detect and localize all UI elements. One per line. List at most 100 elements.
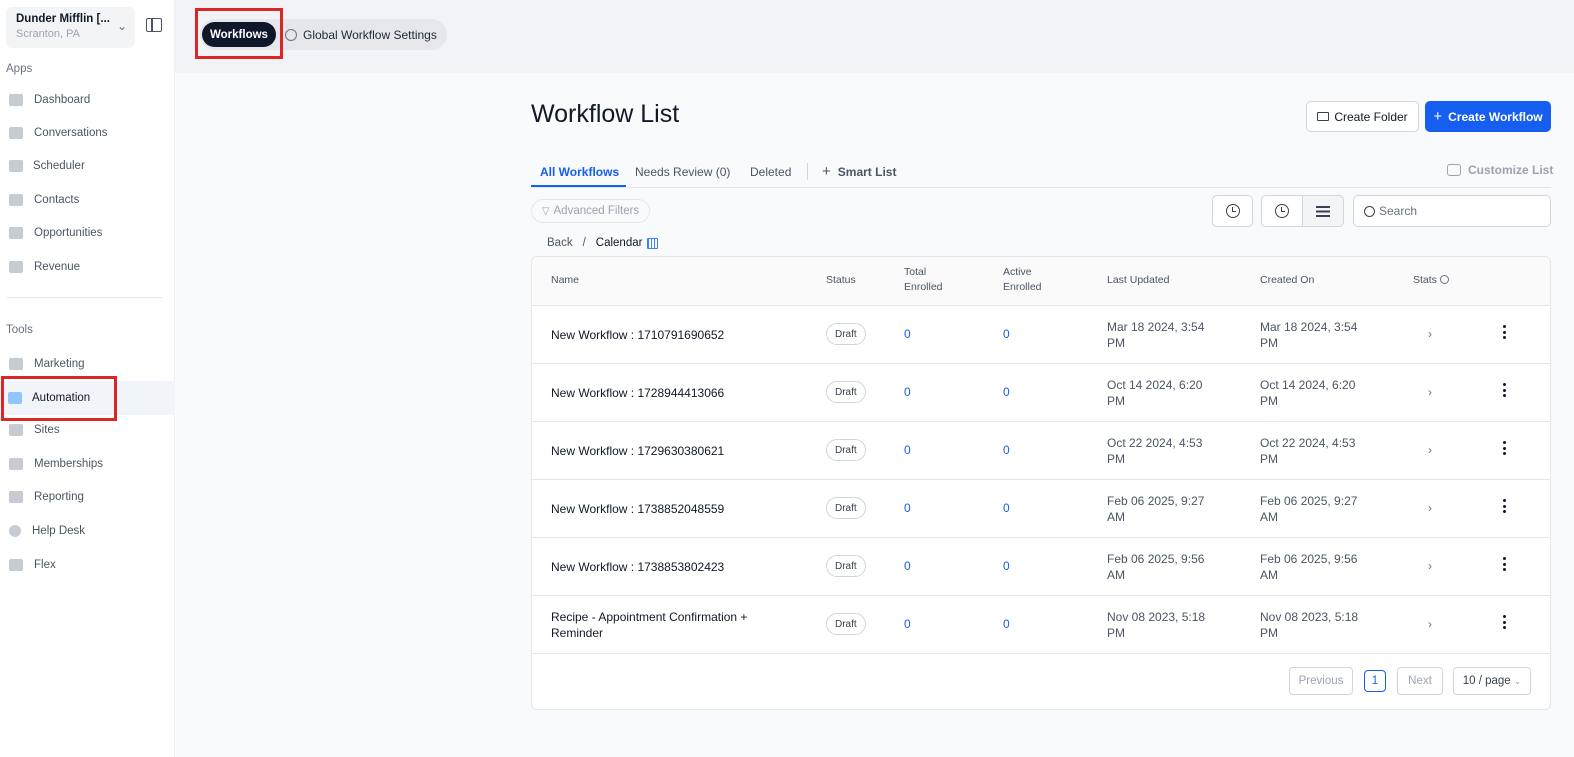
table-row[interactable]: New Workflow : 1710791690652 Draft 0 0 Mar 1… [532, 306, 1550, 364]
filter-icon: ▽ [541, 205, 550, 217]
search-icon [1364, 205, 1375, 217]
history-icon [1225, 204, 1240, 218]
active-enrolled-count[interactable]: 0 [1003, 617, 1010, 631]
total-enrolled-count[interactable]: 0 [904, 327, 911, 341]
chevron-right-icon[interactable]: › [1428, 385, 1432, 399]
chevron-down-icon: ⌄ [116, 19, 127, 33]
table-row[interactable]: Recipe - Appointment Confirmation + Remi… [532, 596, 1550, 654]
total-enrolled-count[interactable]: 0 [904, 501, 911, 515]
sidebar-item-marketing[interactable]: Marketing [0, 349, 175, 379]
plus-icon: + [1433, 108, 1443, 125]
workflow-name[interactable]: New Workflow : 1728944413066 [551, 385, 791, 401]
tab-needs-review[interactable]: Needs Review (0) [635, 165, 730, 179]
table-row[interactable]: New Workflow : 1738852048559 Draft 0 0 Feb 0… [532, 480, 1550, 538]
more-options-icon[interactable] [1498, 441, 1510, 457]
tab-separator [807, 163, 808, 180]
dashboard-icon [9, 94, 23, 106]
create-workflow-button[interactable]: + Create Workflow [1425, 101, 1551, 132]
total-enrolled-count[interactable]: 0 [904, 617, 911, 631]
previous-page-button[interactable]: Previous [1289, 667, 1353, 695]
col-active-enrolled: Active Enrolled [1003, 266, 1042, 293]
list-icon [1316, 205, 1330, 217]
workflow-name[interactable]: New Workflow : 1729630380621 [551, 443, 791, 459]
sidebar-item-help-desk[interactable]: Help Desk [0, 516, 175, 546]
active-enrolled-count[interactable]: 0 [1003, 443, 1010, 457]
chevron-right-icon[interactable]: › [1428, 443, 1432, 457]
sidebar-item-memberships[interactable]: Memberships [0, 449, 175, 479]
page-size-select[interactable]: 10 / page ⌄ [1453, 667, 1531, 695]
chevron-right-icon[interactable]: › [1428, 559, 1432, 573]
active-enrolled-count[interactable]: 0 [1003, 327, 1010, 341]
workflow-name[interactable]: Recipe - Appointment Confirmation + Remi… [551, 609, 791, 641]
tab-workflows[interactable]: Workflows [202, 22, 276, 47]
sidebar-item-automation[interactable]: Automation [0, 381, 175, 415]
workflow-name[interactable]: New Workflow : 1738853802423 [551, 559, 791, 575]
group-icon [9, 559, 23, 571]
sidebar-item-reporting[interactable]: Reporting [0, 482, 175, 512]
more-options-icon[interactable] [1498, 325, 1510, 341]
workflow-name[interactable]: New Workflow : 1710791690652 [551, 327, 791, 343]
active-enrolled-count[interactable]: 0 [1003, 501, 1010, 515]
card-icon [9, 261, 23, 273]
col-name: Name [551, 274, 580, 286]
total-enrolled-count[interactable]: 0 [904, 559, 911, 573]
sidebar-toggle-icon[interactable] [146, 18, 162, 32]
chevron-right-icon[interactable]: › [1428, 501, 1432, 515]
table-row[interactable]: New Workflow : 1738853802423 Draft 0 0 Feb 0… [532, 538, 1550, 596]
smart-list-button[interactable]: + Smart List [822, 163, 896, 180]
tab-all-workflows[interactable]: All Workflows [540, 165, 619, 179]
globe-icon [9, 424, 23, 436]
sidebar-item-sites[interactable]: Sites [0, 415, 175, 445]
calendar-icon [647, 237, 659, 249]
status-badge: Draft [826, 439, 866, 461]
top-bar: Workflows Global Workflow Settings [175, 0, 1574, 73]
sidebar-divider [7, 297, 162, 298]
history-button[interactable] [1212, 195, 1253, 227]
gear-icon [285, 28, 297, 41]
created-on-date: Mar 18 2024, 3:54 PM [1260, 320, 1358, 350]
more-options-icon[interactable] [1498, 615, 1510, 631]
list-view-button[interactable] [1302, 195, 1344, 227]
advanced-filters-button[interactable]: ▽ Advanced Filters [531, 199, 650, 223]
tab-bar-line [531, 187, 1551, 188]
page-title: Workflow List [531, 100, 680, 128]
col-created-on: Created On [1260, 274, 1315, 286]
more-options-icon[interactable] [1498, 557, 1510, 573]
tab-deleted[interactable]: Deleted [750, 165, 791, 179]
sidebar-item-revenue[interactable]: Revenue [0, 252, 175, 282]
search-box[interactable] [1353, 195, 1551, 227]
create-folder-button[interactable]: Create Folder [1306, 101, 1419, 132]
megaphone-icon [9, 358, 23, 370]
sidebar-item-contacts[interactable]: Contacts [0, 185, 175, 215]
total-enrolled-count[interactable]: 0 [904, 443, 911, 457]
info-icon [1439, 275, 1449, 284]
active-enrolled-count[interactable]: 0 [1003, 559, 1010, 573]
total-enrolled-count[interactable]: 0 [904, 385, 911, 399]
more-options-icon[interactable] [1498, 499, 1510, 515]
customize-list-button[interactable]: Customize List [1447, 163, 1553, 177]
more-options-icon[interactable] [1498, 383, 1510, 399]
search-input[interactable] [1379, 204, 1539, 218]
next-page-button[interactable]: Next [1397, 667, 1443, 695]
conversations-icon [9, 127, 23, 139]
chevron-right-icon[interactable]: › [1428, 327, 1432, 341]
sidebar-item-scheduler[interactable]: Scheduler [0, 151, 175, 181]
sidebar-item-dashboard[interactable]: Dashboard [0, 85, 175, 115]
tab-global-workflow-settings[interactable]: Global Workflow Settings [285, 22, 437, 47]
table-row[interactable]: New Workflow : 1728944413066 Draft 0 0 Oct 1… [532, 364, 1550, 422]
timeline-view-button[interactable] [1261, 195, 1303, 227]
status-badge: Draft [826, 381, 866, 403]
last-updated-date: Oct 22 2024, 4:53 PM [1107, 436, 1203, 466]
page-1-button[interactable]: 1 [1364, 670, 1386, 692]
account-switcher[interactable]: Dunder Mifflin [... Scranton, PA ⌄ [6, 7, 135, 48]
workflow-name[interactable]: New Workflow : 1738852048559 [551, 501, 791, 517]
active-enrolled-count[interactable]: 0 [1003, 385, 1010, 399]
sidebar-item-conversations[interactable]: Conversations [0, 118, 175, 148]
breadcrumb-back[interactable]: Back [547, 237, 573, 249]
table-row[interactable]: New Workflow : 1729630380621 Draft 0 0 Oct 2… [532, 422, 1550, 480]
chevron-right-icon[interactable]: › [1428, 617, 1432, 631]
last-updated-date: Feb 06 2025, 9:27 AM [1107, 494, 1205, 524]
sidebar-item-opportunities[interactable]: Opportunities [0, 218, 175, 248]
sidebar-item-flex[interactable]: Flex [0, 550, 175, 580]
col-stats: Stats [1413, 273, 1449, 288]
